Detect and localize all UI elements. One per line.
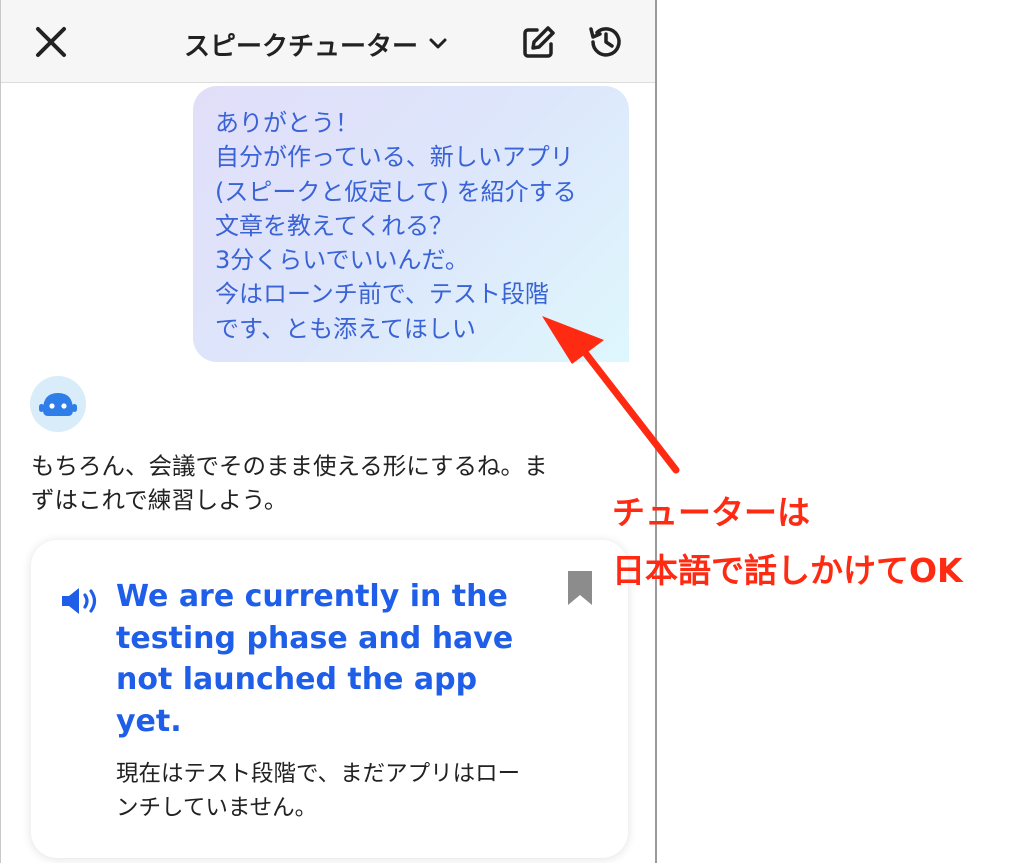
tutor-selector[interactable]: スピークチューター	[151, 24, 481, 64]
new-chat-button[interactable]	[519, 22, 559, 62]
user-message-line: 文章を教えてくれる？	[215, 211, 454, 240]
tutor-message-line: もちろん、会議でそのまま使える形にするね。ま	[31, 452, 548, 480]
user-message-line: 今はローンチ前で、テスト段階	[215, 280, 549, 309]
chevron-down-icon	[429, 38, 447, 49]
english-phrase-line: testing phase and have	[116, 620, 514, 656]
english-phrase-line: not launched the app	[116, 662, 478, 697]
user-message-bubble: ありがとう！ 自分が作っている、新しいアプリ (スピークと仮定して) を紹介する…	[193, 86, 629, 362]
user-message-line: 自分が作っている、新しいアプリ	[215, 143, 574, 172]
history-icon	[589, 27, 621, 57]
play-audio-button[interactable]	[59, 584, 103, 618]
close-icon	[36, 27, 66, 57]
annotation-callout: チューターは 日本語で話しかけてOK	[612, 484, 1017, 600]
top-bar: スピークチューター	[1, 0, 655, 83]
user-message-line: (スピークと仮定して) を紹介する	[215, 177, 577, 206]
tutor-message-line: ずはこれで練習しよう。	[31, 486, 288, 514]
tutor-avatar-icon	[39, 393, 77, 416]
english-phrase-line: yet.	[116, 703, 182, 739]
close-button[interactable]	[31, 22, 71, 62]
translation-line: ンチしていません。	[116, 795, 318, 821]
bookmark-icon	[568, 571, 592, 605]
history-button[interactable]	[586, 22, 626, 62]
user-message-line: ありがとう！	[215, 109, 359, 137]
annotation-line: 日本語で話しかけてOK	[612, 551, 963, 590]
app-screen: スピークチューター ありがとう！ 自分が作っている、新しいアプリ (スピークと仮…	[0, 0, 657, 863]
edit-icon	[523, 26, 555, 58]
user-message-line: 3分くらいでいいんだ。	[215, 246, 469, 275]
english-phrase: We are currently in the testing phase an…	[116, 576, 536, 742]
speaker-icon	[62, 588, 97, 614]
phrase-card: We are currently in the testing phase an…	[31, 540, 628, 858]
bookmark-button[interactable]	[567, 570, 593, 606]
tutor-message: もちろん、会議でそのまま使える形にするね。ま ずはこれで練習しよう。	[31, 449, 631, 517]
tutor-avatar	[30, 376, 86, 432]
annotation-line: チューターは	[612, 493, 810, 532]
user-message-line: です、とも添えてほしい	[215, 314, 476, 343]
english-phrase-line: We are currently in the	[116, 579, 508, 614]
page-title: スピークチューター	[183, 31, 418, 62]
translation-line: 現在はテスト段階で、まだアプリはロー	[116, 761, 521, 787]
japanese-translation: 現在はテスト段階で、まだアプリはロー ンチしていません。	[116, 757, 606, 825]
